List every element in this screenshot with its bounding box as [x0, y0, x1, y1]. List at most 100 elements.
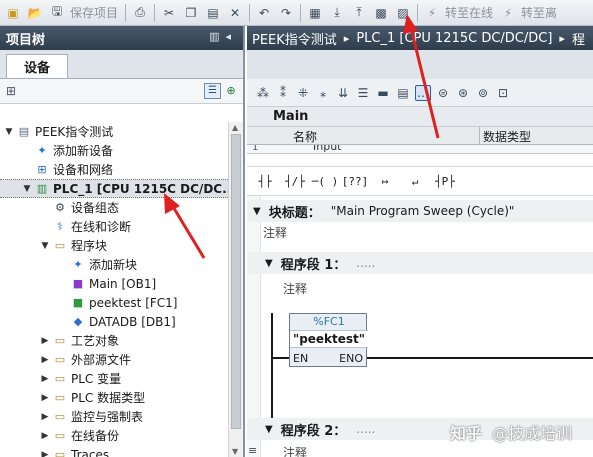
normally-open-contact-icon[interactable]: ┤├	[251, 171, 279, 191]
tree-item[interactable]: ⚕ 在线和诊断	[0, 217, 228, 236]
print-icon[interactable]: ⎙	[132, 5, 148, 21]
overview-view-icon[interactable]: ☰	[204, 83, 221, 99]
insert-network-icon[interactable]: ⁂	[255, 85, 271, 101]
network-1-comment[interactable]: 注释	[283, 280, 307, 297]
open-project-icon[interactable]: 📂	[27, 5, 43, 21]
redo-icon[interactable]: ↷	[278, 5, 294, 21]
tab-devices[interactable]: 设备	[6, 54, 68, 78]
paste-icon[interactable]: ▤	[205, 5, 221, 21]
close-branch-icon[interactable]: ↵	[401, 171, 429, 191]
favorites-icon[interactable]: ▬	[375, 85, 391, 101]
scrollbar-thumb[interactable]	[231, 134, 241, 429]
block-comment[interactable]: 注释	[263, 224, 287, 241]
tree-item[interactable]: ▶ ▭ 在线备份	[0, 426, 228, 445]
folder-icon: ▭	[54, 410, 66, 423]
network-overview-icon[interactable]: ▤	[395, 85, 411, 101]
tree-options-icon[interactable]: ⊞	[6, 84, 16, 98]
go-offline-icon[interactable]: ⚡	[500, 5, 516, 21]
save-project-button[interactable]: 保存项目	[70, 4, 118, 21]
tree-item[interactable]: ■ Main [OB1]	[0, 274, 228, 293]
tree-item[interactable]: ▶ ▭ 监控与强制表	[0, 407, 228, 426]
project-tree-scrollbar[interactable]: ▲ ▼	[228, 122, 243, 457]
tree-item[interactable]: ▼ ▤ PEEK指令测试	[0, 122, 228, 141]
move-down-icon[interactable]: ⇊	[335, 85, 351, 101]
go-online-button[interactable]: 转至在线	[445, 4, 493, 21]
go-online-icon[interactable]: ⚡	[424, 5, 440, 21]
fc-block-name[interactable]: "peektest"	[290, 330, 368, 348]
insert-row-icon[interactable]: ⁜	[295, 85, 311, 101]
tree-item[interactable]: ▶ ▭ PLC 变量	[0, 369, 228, 388]
tree-item[interactable]: ✦ 添加新块	[0, 255, 228, 274]
monitor-icon[interactable]: ⊛	[455, 85, 471, 101]
breadcrumb-item-project[interactable]: PEEK指令测试	[252, 29, 337, 48]
tree-item[interactable]: ▶ ▭ 工艺对象	[0, 331, 228, 350]
pane-controls-icon[interactable]: ▥◂	[209, 30, 237, 43]
network-2-comment[interactable]: 注释	[283, 444, 307, 457]
tree-item[interactable]: ▶ ▭ 外部源文件	[0, 350, 228, 369]
collapsed-arrow-icon[interactable]: ▶	[40, 355, 50, 365]
delete-icon[interactable]: ✕	[227, 5, 243, 21]
network-comments-icon[interactable]: …	[415, 84, 431, 101]
collapsed-arrow-icon[interactable]: ▶	[40, 374, 50, 384]
column-header-datatype[interactable]: 数据类型	[483, 128, 531, 145]
tree-item[interactable]: ▼ ▥ PLC_1 [CPU 1215C DC/DC...	[0, 179, 228, 198]
start-simulation-icon[interactable]: ▩	[373, 5, 389, 21]
tree-item[interactable]: ▶ ▭ PLC 数据类型	[0, 388, 228, 407]
goto-icon[interactable]: ⊜	[435, 85, 451, 101]
more-icon[interactable]: ⊡	[495, 85, 511, 101]
coil-icon[interactable]: ─( )	[311, 171, 339, 191]
tree-item[interactable]: ■ peektest [FC1]	[0, 293, 228, 312]
p-trigger-icon[interactable]: ┤P├	[431, 171, 459, 191]
expanded-arrow-icon[interactable]: ▼	[22, 184, 32, 194]
collapsed-arrow-icon[interactable]: ▶	[40, 336, 50, 346]
network-1-header[interactable]: ▼ 程序段 1： .....	[247, 252, 593, 274]
network-1-title[interactable]: .....	[356, 256, 375, 270]
expanded-arrow-icon[interactable]: ▼	[40, 241, 50, 251]
copy-icon[interactable]: ❐	[183, 5, 199, 21]
fc-call-block[interactable]: %FC1 "peektest" EN ENO	[289, 313, 368, 367]
normally-closed-contact-icon[interactable]: ┤/├	[281, 171, 309, 191]
modify-icon[interactable]: ⊚	[475, 85, 491, 101]
absolute-address-icon[interactable]: ☰	[355, 85, 371, 101]
runtime-simulation-icon[interactable]: ▨	[395, 5, 411, 21]
breadcrumb-item-program[interactable]: 程	[572, 29, 585, 48]
new-project-icon[interactable]: ▣	[5, 5, 21, 21]
collapsed-arrow-icon[interactable]: ▶	[40, 393, 50, 403]
delete-network-icon[interactable]: ⁑	[275, 85, 291, 101]
collapsed-arrow-icon[interactable]: ▶	[40, 450, 50, 457]
go-offline-button[interactable]: 转至离	[521, 4, 557, 21]
undo-icon[interactable]: ↶	[256, 5, 272, 21]
tree-item[interactable]: ⊞ 设备和网络	[0, 160, 228, 179]
breadcrumb-item-plc[interactable]: PLC_1 [CPU 1215C DC/DC/DC]	[356, 31, 552, 46]
network-2-title[interactable]: .....	[356, 422, 375, 436]
expanded-arrow-icon[interactable]: ▼	[4, 127, 14, 137]
scroll-up-icon[interactable]: ▲	[232, 123, 238, 132]
collapse-icon[interactable]: ▼	[265, 424, 273, 435]
column-header-name[interactable]: 名称	[293, 128, 317, 145]
tree-item[interactable]: ✦ 添加新设备	[0, 141, 228, 160]
block-title-value[interactable]: "Main Program Sweep (Cycle)"	[331, 204, 515, 218]
upload-icon[interactable]: ⤒	[351, 5, 367, 21]
collapse-icon[interactable]: ▼	[265, 258, 273, 269]
tree-item[interactable]: ▶ ▭ Traces	[0, 445, 228, 457]
tree-item[interactable]: ⚙ 设备组态	[0, 198, 228, 217]
empty-box-icon[interactable]: [??]	[341, 171, 369, 191]
tree-item[interactable]: ◆ DATADB [DB1]	[0, 312, 228, 331]
tree-item-label: 工艺对象	[71, 334, 120, 348]
download-icon[interactable]: ⤓	[329, 5, 345, 21]
compile-icon[interactable]: ▦	[307, 5, 323, 21]
save-icon[interactable]: 🖫	[49, 4, 65, 21]
scroll-down-icon[interactable]: ▼	[232, 447, 238, 456]
add-view-icon[interactable]: ⊕	[223, 83, 239, 99]
cut-icon[interactable]: ✂	[161, 5, 177, 21]
interface-row[interactable]: 1 Input	[247, 145, 593, 154]
collapsed-arrow-icon[interactable]: ▶	[40, 431, 50, 441]
splitter-icon[interactable]: ≡	[248, 444, 257, 457]
tree-item[interactable]: ▼ ▭ 程序块	[0, 236, 228, 255]
ladder-wire	[367, 357, 593, 359]
open-branch-icon[interactable]: ↦	[371, 171, 399, 191]
collapsed-arrow-icon[interactable]: ▶	[40, 412, 50, 422]
collapse-icon[interactable]: ▼	[253, 206, 261, 217]
block-title-header[interactable]: ▼ 块标题： "Main Program Sweep (Cycle)"	[247, 200, 593, 222]
add-row-icon[interactable]: ⁎	[315, 85, 331, 101]
